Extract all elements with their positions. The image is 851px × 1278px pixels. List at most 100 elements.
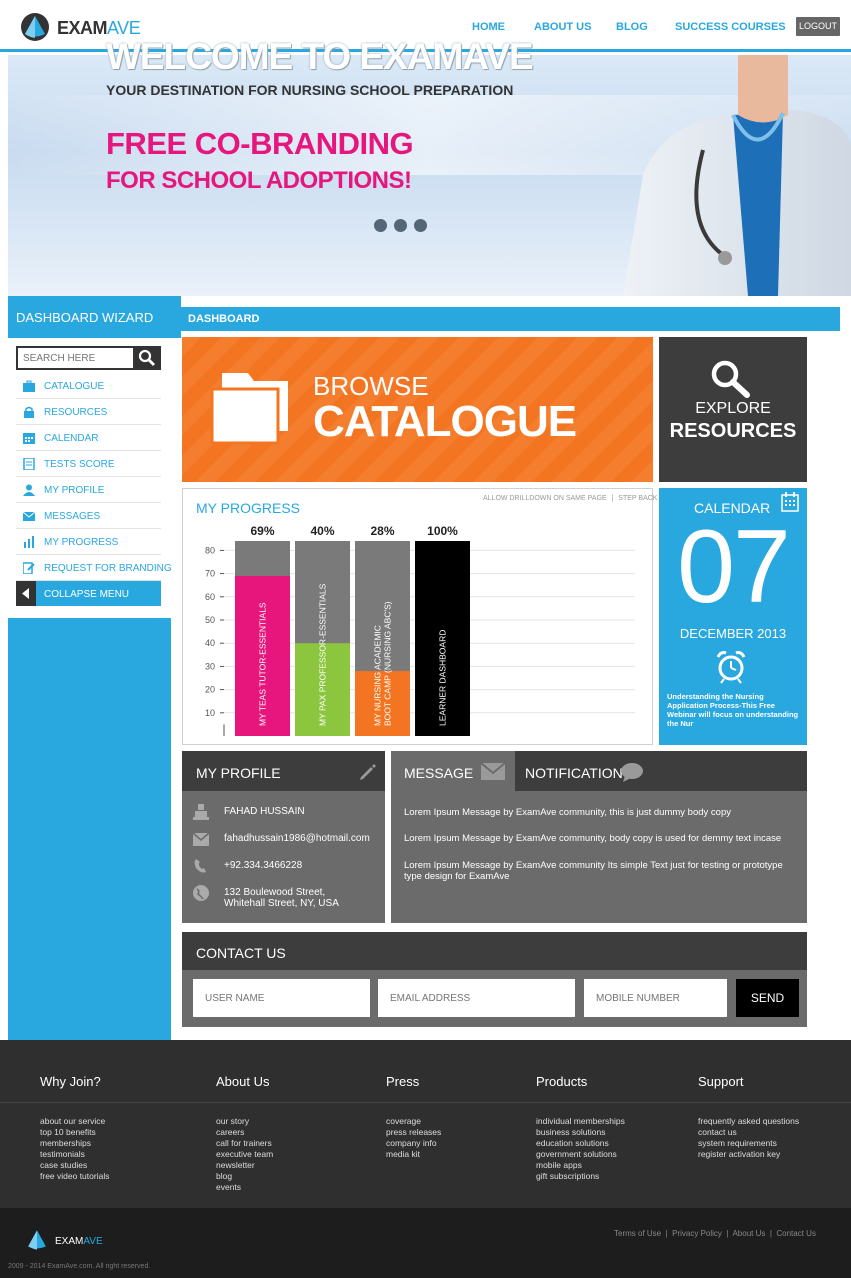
sidebar-item-catalogue[interactable]: CATALOGUE: [16, 373, 161, 399]
edit-icon: [23, 562, 35, 574]
footer-link[interactable]: top 10 benefits: [40, 1127, 109, 1138]
search-button[interactable]: [133, 346, 161, 370]
sidebar-item-my-profile[interactable]: MY PROFILE: [16, 477, 161, 503]
sidebar-item-tests-score[interactable]: TESTS SCORE: [16, 451, 161, 477]
chart-tick-label: 50: [205, 615, 215, 625]
sidebar-item-label: MESSAGES: [44, 511, 101, 522]
terms-link[interactable]: Terms of Use: [614, 1229, 661, 1238]
privacy-link[interactable]: Privacy Policy: [672, 1229, 722, 1238]
collapse-menu-button[interactable]: COLLAPSE MENU: [16, 581, 161, 606]
nav-success-courses[interactable]: SUCCESS COURSES: [675, 21, 786, 33]
footer-column-press: coverage press releases company info med…: [386, 1116, 441, 1160]
slider-dot-1[interactable]: [374, 219, 387, 232]
nav-blog[interactable]: BLOG: [616, 21, 648, 33]
footer-link[interactable]: memberships: [40, 1138, 109, 1149]
dashboard-title: DASHBOARD: [188, 313, 260, 325]
pencil-icon[interactable]: [357, 761, 377, 781]
sidebar-item-label: CATALOGUE: [44, 381, 105, 392]
footer-link[interactable]: blog: [216, 1171, 273, 1182]
link-separator: |: [611, 495, 614, 502]
message-item[interactable]: Lorem Ipsum Message by ExamAve community…: [404, 807, 794, 818]
footer-link[interactable]: frequently asked questions: [698, 1116, 799, 1127]
progress-title: MY PROGRESS: [196, 500, 300, 516]
contact-title: CONTACT US: [196, 945, 286, 961]
message-item[interactable]: Lorem Ipsum Message by ExamAve community…: [404, 860, 794, 882]
dashboard-bar: [181, 307, 840, 331]
email-field[interactable]: [378, 979, 575, 1017]
sidebar-item-label: RESOURCES: [44, 407, 108, 418]
chart-bar-label: LEARNER DASHBOARD: [438, 630, 448, 726]
explore-label-bottom: RESOURCES: [669, 420, 797, 442]
drilldown-link[interactable]: ALLOW DRILLDOWN ON SAME PAGE: [483, 495, 607, 502]
footer-heading-press: Press: [386, 1074, 420, 1089]
slider-dot-2[interactable]: [394, 219, 407, 232]
footer-link[interactable]: careers: [216, 1127, 273, 1138]
footer-link[interactable]: testimonials: [40, 1149, 109, 1160]
sidebar-item-messages[interactable]: MESSAGES: [16, 503, 161, 529]
collapse-arrow-box: [16, 581, 36, 606]
link-separator: |: [767, 1229, 775, 1238]
footer-heading-about-us: About Us: [216, 1074, 270, 1089]
sidebar-item-label: TESTS SCORE: [44, 459, 115, 470]
search-input[interactable]: [18, 348, 131, 368]
message-item[interactable]: Lorem Ipsum Message by ExamAve community…: [404, 833, 794, 844]
phone-icon: [194, 859, 206, 873]
footer-column-support: frequently asked questions contact us sy…: [698, 1116, 799, 1160]
footer-link[interactable]: call for trainers: [216, 1138, 273, 1149]
footer-link[interactable]: coverage: [386, 1116, 441, 1127]
chart-value-label: 28%: [370, 524, 394, 538]
tab-notification-label: NOTIFICATION: [525, 765, 623, 781]
footer-link[interactable]: register activation key: [698, 1149, 799, 1160]
chart-tick-label: 60: [205, 592, 215, 602]
footer-link[interactable]: company info: [386, 1138, 441, 1149]
username-field[interactable]: [193, 979, 370, 1017]
hero-subtitle: YOUR DESTINATION FOR NURSING SCHOOL PREP…: [106, 82, 514, 98]
logo-icon[interactable]: [25, 1228, 49, 1252]
briefcase-icon: [23, 380, 35, 392]
footer-link[interactable]: business solutions: [536, 1127, 625, 1138]
user-icon: [193, 804, 209, 820]
footer-link[interactable]: case studies: [40, 1160, 109, 1171]
footer-link[interactable]: our story: [216, 1116, 273, 1127]
footer-link[interactable]: government solutions: [536, 1149, 625, 1160]
footer-link[interactable]: about our service: [40, 1116, 109, 1127]
footer-link[interactable]: individual memberships: [536, 1116, 625, 1127]
sidebar-item-request-for-branding[interactable]: REQUEST FOR BRANDING: [16, 555, 172, 581]
globe-icon: [193, 885, 209, 901]
footer-link[interactable]: newsletter: [216, 1160, 273, 1171]
footer-link[interactable]: mobile apps: [536, 1160, 625, 1171]
explore-label-top: EXPLORE: [695, 400, 771, 417]
lock-icon: [24, 406, 34, 418]
nav-home[interactable]: HOME: [472, 21, 505, 33]
slider-dot-3[interactable]: [414, 219, 427, 232]
nav-about-us[interactable]: ABOUT US: [534, 21, 591, 33]
footer-link[interactable]: media kit: [386, 1149, 441, 1160]
footer-link[interactable]: gift subscriptions: [536, 1171, 625, 1182]
link-separator: |: [724, 1229, 731, 1238]
chart-tick-label: 40: [205, 638, 215, 648]
mobile-field[interactable]: [584, 979, 727, 1017]
hero-title: WELCOME TO EXAMAVE: [106, 36, 534, 77]
footer-link[interactable]: contact us: [698, 1127, 799, 1138]
contact-us-link[interactable]: Contact Us: [776, 1229, 816, 1238]
sidebar-item-my-progress[interactable]: MY PROGRESS: [16, 529, 161, 555]
footer-link[interactable]: executive team: [216, 1149, 273, 1160]
send-button[interactable]: SEND: [736, 979, 799, 1017]
footer-link[interactable]: system requirements: [698, 1138, 799, 1149]
footer-logo-text[interactable]: EXAMAVE: [55, 1236, 103, 1247]
footer-link[interactable]: education solutions: [536, 1138, 625, 1149]
sidebar-item-calendar[interactable]: CALENDAR: [16, 425, 161, 451]
chart-tick-label: 80: [205, 545, 215, 555]
bottom-links: Terms of Use | Privacy Policy | About Us…: [614, 1229, 816, 1238]
chart-bar-label: MY NURSING ACADEMIC: [373, 625, 383, 726]
chart-tick-label: 70: [205, 569, 215, 579]
logo-icon[interactable]: [20, 12, 50, 42]
footer-link[interactable]: free video tutorials: [40, 1171, 109, 1182]
logout-button[interactable]: LOGOUT: [796, 17, 840, 36]
sidebar-item-resources[interactable]: RESOURCES: [16, 399, 161, 425]
footer-link[interactable]: events: [216, 1182, 273, 1193]
link-separator: |: [663, 1229, 670, 1238]
footer-link[interactable]: press releases: [386, 1127, 441, 1138]
step-back-link[interactable]: STEP BACK: [618, 495, 657, 502]
about-us-link[interactable]: About Us: [732, 1229, 765, 1238]
